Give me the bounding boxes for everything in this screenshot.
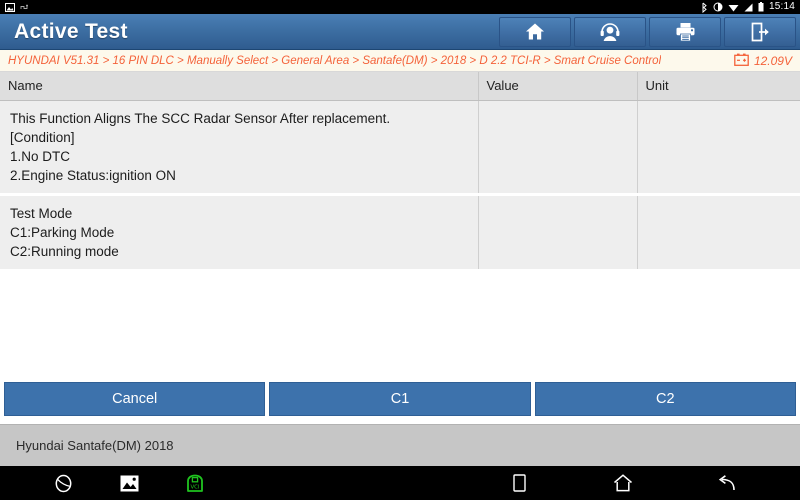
nav-right-group — [506, 470, 800, 496]
print-button[interactable] — [649, 16, 721, 47]
table-row[interactable]: This Function Aligns The SCC Radar Senso… — [0, 100, 800, 196]
column-header-value: Value — [478, 72, 638, 101]
home-icon — [525, 22, 545, 41]
table-header-row: Name Value Unit — [0, 72, 800, 101]
cell-name-line: Test Mode — [10, 205, 73, 221]
printer-icon — [675, 22, 696, 42]
action-button-bar: Cancel C1 C2 — [0, 382, 800, 416]
android-status-bar: 15:14 — [0, 0, 800, 14]
status-bar-notifications — [5, 2, 30, 12]
android-navigation-bar: VCI — [0, 466, 800, 500]
vehicle-label: Hyundai Santafe(DM) 2018 — [16, 438, 174, 453]
cell-name: This Function Aligns The SCC Radar Senso… — [0, 100, 479, 196]
cancel-button[interactable]: Cancel — [4, 382, 266, 416]
back-arrow-icon[interactable] — [714, 470, 740, 496]
footer-status-bar: Hyundai Santafe(DM) 2018 — [0, 424, 800, 466]
table-row[interactable]: Test Mode C1:Parking Mode C2:Running mod… — [0, 194, 800, 272]
usb-debug-icon — [20, 3, 30, 12]
svg-text:VCI: VCI — [190, 484, 199, 490]
active-test-table: Name Value Unit This Function Aligns The… — [0, 72, 800, 272]
status-bar-clock: 15:14 — [768, 1, 795, 12]
column-header-name: Name — [0, 72, 479, 101]
column-header-unit: Unit — [637, 72, 800, 101]
cell-value — [478, 194, 638, 272]
c2-button[interactable]: C2 — [534, 382, 796, 416]
image-icon — [5, 2, 15, 12]
exit-button[interactable] — [724, 16, 796, 47]
wifi-icon — [728, 3, 739, 12]
home-button[interactable] — [499, 16, 571, 47]
cell-name-line: C2:Running mode — [10, 243, 119, 259]
brightness-icon — [713, 2, 723, 12]
title-bar-actions — [499, 16, 796, 47]
cell-name-line: [Condition] — [10, 129, 75, 145]
car-battery-icon — [734, 53, 749, 69]
recents-square-icon[interactable] — [506, 470, 532, 496]
active-test-table-area: Name Value Unit This Function Aligns The… — [0, 72, 800, 374]
cell-name-line: C1:Parking Mode — [10, 224, 115, 240]
battery-icon — [758, 2, 764, 12]
support-button[interactable] — [574, 16, 646, 47]
bluetooth-icon — [701, 2, 708, 13]
voltage-indicator: 12.09V — [734, 53, 792, 69]
signal-icon — [744, 3, 753, 12]
cell-name: Test Mode C1:Parking Mode C2:Running mod… — [0, 194, 479, 272]
browser-icon[interactable] — [50, 470, 76, 496]
cell-name-line: 1.No DTC — [10, 148, 71, 164]
voltage-value: 12.09V — [753, 53, 792, 68]
breadcrumb: HYUNDAI V51.31 > 16 PIN DLC > Manually S… — [0, 50, 800, 72]
app-title-bar: Active Test — [0, 14, 800, 50]
status-bar-system-icons: 15:14 — [701, 2, 795, 13]
page-title: Active Test — [14, 19, 128, 43]
cell-name-line: This Function Aligns The SCC Radar Senso… — [10, 110, 391, 126]
gallery-image-icon[interactable] — [116, 470, 142, 496]
cell-unit — [637, 194, 800, 272]
breadcrumb-path[interactable]: HYUNDAI V51.31 > 16 PIN DLC > Manually S… — [8, 55, 661, 67]
nav-left-group: VCI — [0, 470, 208, 496]
headset-person-icon — [599, 21, 621, 42]
cell-name-line: 2.Engine Status:ignition ON — [10, 167, 176, 183]
vci-connector-icon[interactable]: VCI — [182, 470, 208, 496]
exit-door-icon — [750, 22, 771, 42]
home-icon[interactable] — [610, 470, 636, 496]
c1-button[interactable]: C1 — [269, 382, 531, 416]
cell-value — [478, 100, 638, 196]
cell-unit — [637, 100, 800, 196]
